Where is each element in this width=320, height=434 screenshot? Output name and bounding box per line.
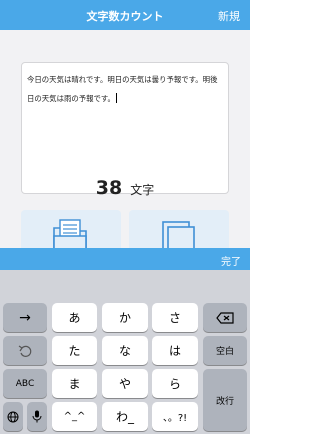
key-ra[interactable]: ら xyxy=(152,369,198,398)
copy-pages-icon xyxy=(162,221,195,250)
new-button[interactable]: 新規 xyxy=(218,8,240,24)
key-ma[interactable]: ま xyxy=(52,369,97,398)
key-punctuation[interactable]: 、。?! xyxy=(152,402,198,431)
page-title: 文字数カウント xyxy=(86,10,164,23)
delete-icon xyxy=(216,311,234,324)
keyboard-accessory-bar: 完了 xyxy=(0,248,250,270)
space-key[interactable]: 空白 xyxy=(203,336,247,365)
key-wa[interactable]: わ_ xyxy=(102,402,148,431)
key-dakuten[interactable]: ^_^ xyxy=(52,402,97,431)
keyboard: → あ か さ た な は 空白 ABC ま や ら 改行 ^_^ わ_ 、。?… xyxy=(0,270,250,434)
open-document-button[interactable] xyxy=(21,210,121,250)
key-a[interactable]: あ xyxy=(52,303,97,332)
folder-document-icon xyxy=(53,219,87,250)
undo-icon xyxy=(18,345,32,357)
key-na[interactable]: な xyxy=(102,336,148,365)
character-count: 38 文字 xyxy=(0,177,250,199)
delete-key[interactable] xyxy=(203,303,247,332)
count-number: 38 xyxy=(95,177,123,199)
microphone-key[interactable] xyxy=(27,402,47,431)
globe-icon xyxy=(7,411,19,422)
undo-key[interactable] xyxy=(3,336,47,365)
count-unit: 文字 xyxy=(130,183,155,197)
return-key[interactable]: 改行 xyxy=(203,369,247,431)
copy-button[interactable] xyxy=(129,210,229,250)
key-ka[interactable]: か xyxy=(102,303,148,332)
main-content: 今日の天気は晴れです。明日の天気は曇り予報です。明後日の天気は雨の予報です。 3… xyxy=(0,30,250,250)
globe-key[interactable] xyxy=(3,402,23,431)
text-input-area[interactable]: 今日の天気は晴れです。明日の天気は曇り予報です。明後日の天気は雨の予報です。 xyxy=(21,62,229,194)
key-ta[interactable]: た xyxy=(52,336,97,365)
microphone-icon xyxy=(32,410,42,423)
key-sa[interactable]: さ xyxy=(152,303,198,332)
text-cursor xyxy=(115,93,118,103)
navigation-bar: 文字数カウント 新規 xyxy=(0,0,250,30)
key-ha[interactable]: は xyxy=(152,336,198,365)
done-button[interactable]: 完了 xyxy=(221,253,241,268)
abc-key[interactable]: ABC xyxy=(3,369,47,398)
key-ya[interactable]: や xyxy=(102,369,148,398)
keyboard-arrow-key[interactable]: → xyxy=(3,303,47,332)
text-content: 今日の天気は晴れです。明日の天気は曇り予報です。明後日の天気は雨の予報です。 xyxy=(27,75,218,103)
